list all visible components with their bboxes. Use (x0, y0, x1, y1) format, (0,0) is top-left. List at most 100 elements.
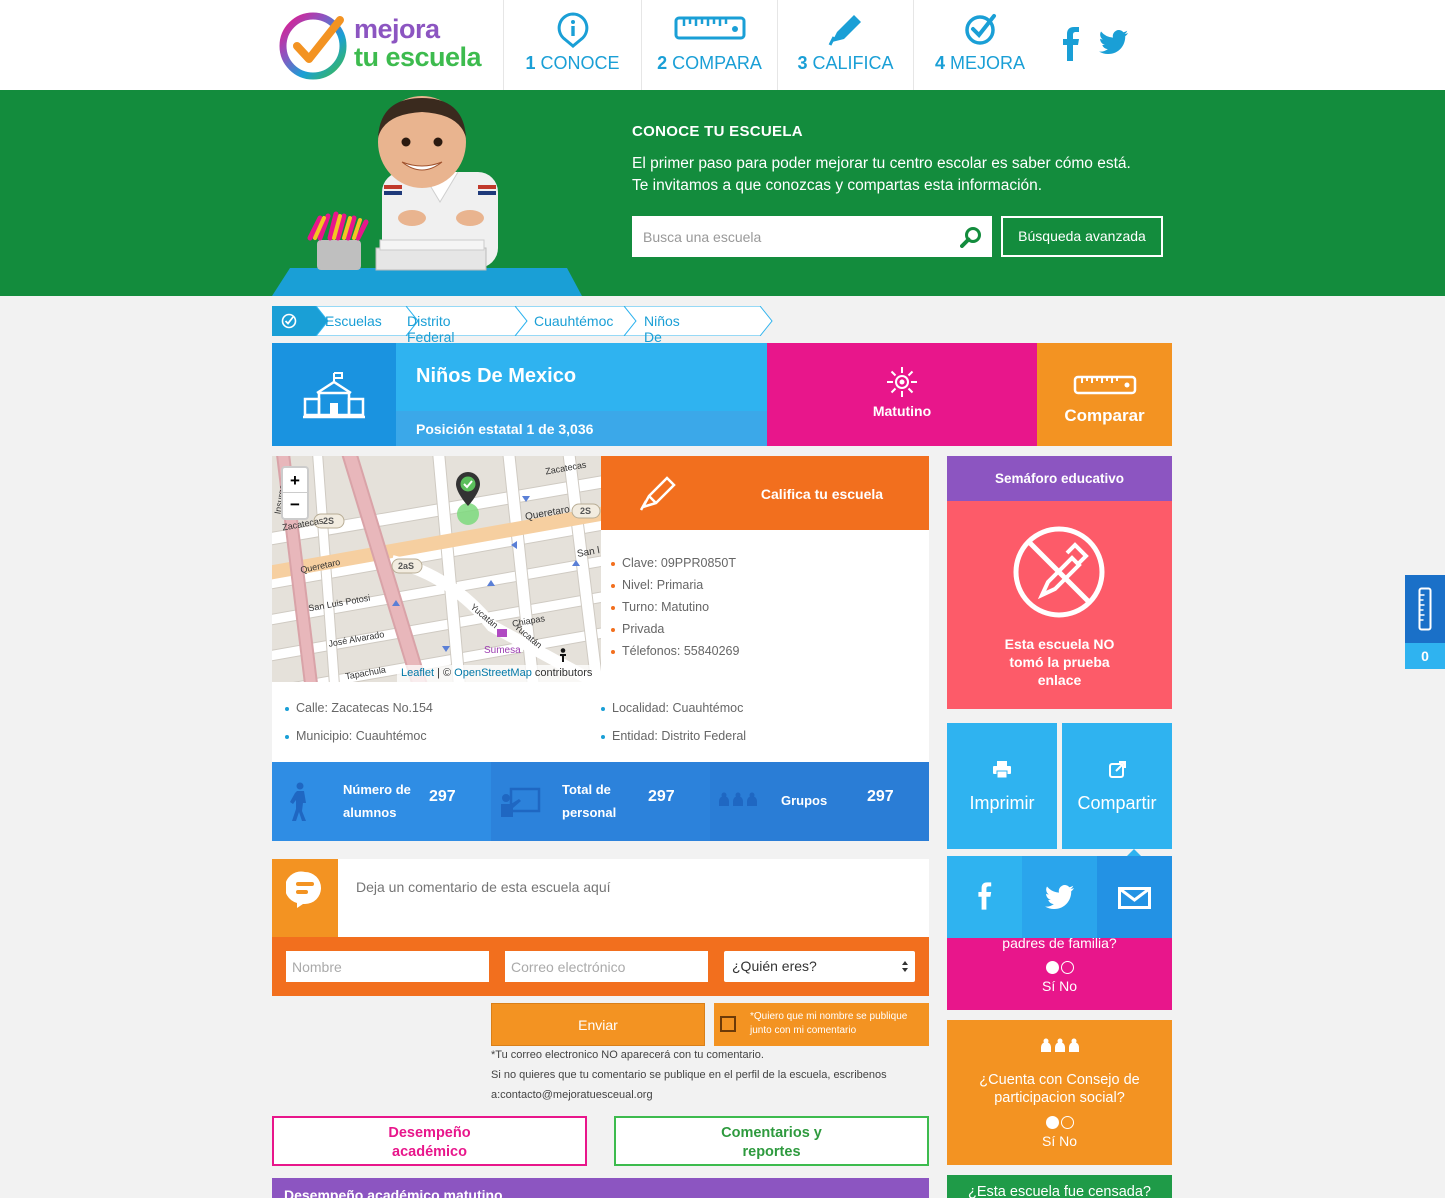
compare-button[interactable]: Comparar (1037, 343, 1172, 446)
school-name: Niños De Mexico (416, 365, 577, 387)
rate-icon-tile[interactable] (601, 456, 715, 530)
nav-mejora[interactable]: 4 MEJORA (913, 0, 1046, 90)
address-text: Entidad: Distrito Federal (612, 729, 747, 743)
person-icon (560, 648, 566, 662)
twitter-icon[interactable] (1099, 30, 1129, 56)
detail-telefono: Télefonos: 55840269 (611, 644, 739, 658)
stat-label: personal (562, 805, 617, 820)
nav-compara[interactable]: 2 COMPARA (641, 0, 777, 90)
facebook-icon[interactable] (1060, 27, 1080, 61)
who-select[interactable]: ¿Quién eres? (724, 951, 915, 982)
shift-tile: Matutino (767, 343, 1037, 446)
publish-name-option: *Quiero que mi nombre se publique junto … (714, 1003, 929, 1046)
section-title: Desempeño académico matutino (284, 1187, 503, 1198)
select-arrows-icon (902, 961, 908, 972)
nav-califica[interactable]: 3 CALIFICA (777, 0, 913, 90)
check-circle-icon (965, 14, 996, 45)
no-test-icon (1013, 526, 1105, 618)
radio-no[interactable] (1060, 1116, 1074, 1130)
school-map[interactable]: Zacatecas Zacatecas Queretaro Queretaro … (272, 456, 601, 682)
detail-clave: Clave: 09PPR0850T (611, 556, 736, 570)
logo[interactable]: mejora tu escuela (278, 10, 488, 82)
advanced-search-button[interactable]: Búsqueda avanzada (1001, 216, 1163, 257)
school-details: Clave: 09PPR0850T Nivel: Primaria Turno:… (601, 530, 929, 682)
stat-groups: Grupos 297 (710, 762, 929, 841)
comment-icon-tile (272, 859, 338, 937)
school-name-tile: Niños De Mexico (396, 343, 767, 411)
speech-bubble-icon (286, 871, 321, 908)
leaflet-link[interactable]: Leaflet (401, 667, 434, 679)
share-facebook-button[interactable] (947, 856, 1022, 938)
search-icon[interactable] (960, 226, 982, 248)
attribution-sep: | © (434, 667, 455, 679)
logo-check-icon (279, 12, 347, 80)
remove-note-1: Si no quieres que tu comentario se publi… (491, 1069, 887, 1081)
address-text: Calle: Zacatecas No.154 (296, 701, 433, 715)
attribution-tail: contributors (531, 667, 593, 679)
comment-textarea[interactable] (348, 873, 918, 931)
stat-label: alumnos (343, 805, 397, 820)
email-input[interactable] (505, 951, 708, 982)
map-zoom-controls: + − (281, 466, 309, 520)
radio-yes[interactable] (1045, 961, 1059, 975)
share-email-button[interactable] (1097, 856, 1172, 938)
name-input[interactable] (286, 951, 489, 982)
nav-num: 4 (934, 53, 945, 73)
print-label: Imprimir (969, 793, 1035, 813)
council-radios (947, 1114, 1172, 1132)
tab-comments-reports[interactable]: Comentarios y reportes (614, 1116, 929, 1166)
osm-link[interactable]: OpenStreetMap (454, 667, 532, 679)
tab-label: académico (392, 1144, 467, 1160)
parents-radios (947, 959, 1172, 977)
shift-label: Matutino (872, 403, 932, 419)
rate-school-button[interactable]: Califica tu escuela (715, 456, 929, 530)
hero-description: El primer paso para poder mejorar tu cen… (632, 155, 1131, 194)
publish-name-checkbox[interactable] (720, 1016, 736, 1032)
zoom-in-button[interactable]: + (283, 468, 307, 493)
detail-text: Clave: 09PPR0850T (622, 556, 736, 570)
print-button[interactable]: Imprimir (947, 723, 1057, 849)
search-input[interactable] (632, 216, 942, 257)
school-stats: Número de alumnos 297 Total de personal 29… (272, 762, 929, 841)
compare-side-tab[interactable]: 0 (1405, 575, 1445, 669)
nav-conoce[interactable]: 1 CONOCE (503, 0, 641, 90)
compare-side-icon-tile (1405, 575, 1445, 643)
tab-label: Desempeño (388, 1125, 471, 1141)
share-twitter-button[interactable] (1022, 856, 1097, 938)
semaforo-line: Esta escuela NO (1004, 636, 1115, 652)
compare-count: 0 (1405, 643, 1445, 669)
zoom-out-button[interactable]: − (283, 493, 307, 518)
council-question: ¿Cuenta con Consejo de participacion soc… (947, 1071, 1172, 1107)
tab-academic-performance[interactable]: Desempeño académico (272, 1116, 587, 1166)
address-text: Municipio: Cuauhtémoc (296, 729, 427, 743)
nav-num: 1 (525, 53, 536, 73)
ruler-icon (674, 16, 745, 40)
site-header: mejora tu escuela 1 CONOCE 2 COMPARA 3 C… (0, 0, 1445, 90)
info-pin-icon (557, 12, 588, 48)
breadcrumb-item[interactable]: Cuauhtémoc (534, 313, 613, 329)
detail-nivel: Nivel: Primaria (611, 578, 703, 592)
stat-value: 297 (867, 788, 894, 805)
logo-text-2: tu escuela (354, 42, 482, 72)
stat-staff: Total de personal 297 (491, 762, 710, 841)
breadcrumb-item[interactable]: Distrito Federal (407, 313, 454, 345)
hero-illustration (272, 90, 592, 296)
radio-yes[interactable] (1045, 1116, 1059, 1130)
facebook-icon (978, 882, 992, 910)
home-check-icon[interactable] (281, 313, 297, 329)
address-locality: Localidad: Cuauhtémoc (601, 701, 743, 715)
share-label: Compartir (1077, 793, 1157, 813)
map-label: 2S (323, 516, 335, 526)
council-panel: ¿Cuenta con Consejo de participacion soc… (947, 1020, 1172, 1165)
semaforo-panel: Esta escuela NO tomó la prueba enlace (947, 501, 1172, 709)
yes-no-label: Sí No (1041, 1133, 1077, 1149)
stat-label: Grupos (781, 793, 828, 808)
breadcrumb-item[interactable]: Escuelas (325, 313, 382, 329)
comment-box (272, 859, 929, 937)
radio-no[interactable] (1060, 961, 1074, 975)
rate-school-label: Califica tu escuela (760, 486, 884, 502)
section-header-academic: Desempeño académico matutino (272, 1178, 929, 1198)
school-address: Calle: Zacatecas No.154 Localidad: Cuauh… (272, 682, 929, 762)
send-button[interactable]: Enviar (491, 1003, 705, 1046)
share-button[interactable]: Compartir (1062, 723, 1172, 849)
